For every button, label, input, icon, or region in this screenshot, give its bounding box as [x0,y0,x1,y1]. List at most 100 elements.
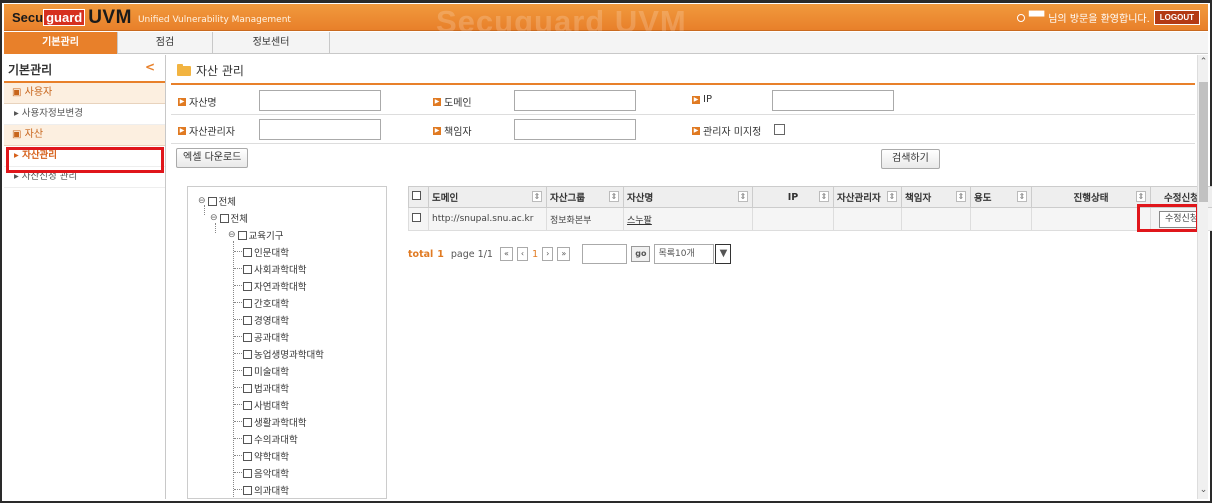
scroll-up-icon[interactable]: ⌃ [1198,57,1209,69]
logo[interactable]: Secu guard UVM Unified Vulnerability Man… [12,7,291,28]
tree-node-label: 경영대학 [254,316,289,327]
tree-node-college[interactable]: 공과대학 [243,330,289,344]
tree-node-college[interactable]: 수의과대학 [243,432,298,446]
tree-checkbox[interactable] [219,213,229,223]
tree-checkbox[interactable] [243,332,252,342]
tree-checkbox[interactable] [237,230,247,240]
table-row[interactable]: http://snupal.snu.ac.kr 정보화본부 스누팔 수정신청 [408,207,1212,231]
tree-node-college[interactable]: 농업생명과학대학 [243,347,324,361]
vertical-scrollbar[interactable]: ⌃ ⌄ [1197,55,1208,499]
tree-node-college[interactable]: 자연과학대학 [243,279,306,293]
col-ip[interactable]: IP ⇕ [752,186,834,208]
tree-line [234,268,242,269]
no-manager-checkbox[interactable] [774,124,785,135]
sidebar-item-user-info[interactable]: ▸ 사용자정보변경 [4,104,165,125]
next-page-icon[interactable]: › [542,247,554,261]
asset-name-link[interactable]: 스누팔 [627,216,652,226]
col-name[interactable]: 자산명 ⇕ [623,186,753,208]
tree-node-college[interactable]: 사범대학 [243,398,289,412]
tree-node-college[interactable]: 법과대학 [243,381,289,395]
sort-icon[interactable]: ⇕ [532,191,542,202]
tree-checkbox[interactable] [243,434,252,444]
tree-node-education[interactable]: ⊖ 교육기구 [228,228,284,242]
per-page-select[interactable]: 목록10개 [654,244,715,264]
tree-checkbox[interactable] [243,366,252,376]
sort-icon[interactable]: ⇕ [1136,191,1146,202]
go-button[interactable]: go [631,246,651,262]
tree-checkbox[interactable] [243,417,252,427]
cell-name: 스누팔 [623,207,753,231]
tree-node-college[interactable]: 생활과학대학 [243,415,306,429]
tree-node-college[interactable]: 인문대학 [243,245,289,259]
excel-download-button[interactable]: 엑셀 다운로드 [176,148,249,168]
col-purpose[interactable]: 용도 ⇕ [970,186,1032,208]
tree-line [234,302,242,303]
tree-checkbox[interactable] [243,349,252,359]
select-all-checkbox[interactable] [412,191,421,200]
tree-node-all[interactable]: ⊖ 전체 [210,211,248,225]
asset-name-input[interactable] [259,90,381,111]
scroll-thumb[interactable] [1199,82,1208,202]
tree-node-college[interactable]: 음악대학 [243,466,289,480]
col-domain[interactable]: 도메인 ⇕ [428,186,547,208]
col-responsible[interactable]: 책임자 ⇕ [901,186,971,208]
label-domain: ▶ 도메인 [433,94,472,109]
col-manager[interactable]: 자산관리자 ⇕ [833,186,902,208]
sidebar-group-asset[interactable]: ▣ 자산 [4,125,165,146]
tree-checkbox[interactable] [243,400,252,410]
ip-input[interactable] [772,90,894,111]
current-page[interactable]: 1 [532,249,538,260]
arrow-icon: ▸ [14,108,22,119]
prev-page-icon[interactable]: ‹ [516,247,529,261]
tree-node-label: 전체 [218,197,237,208]
tree-checkbox[interactable] [243,281,252,291]
logout-button[interactable]: LOGOUT [1153,10,1200,25]
tree-collapse-icon[interactable]: ⊖ [198,196,206,206]
sort-icon[interactable]: ⇕ [956,191,966,202]
responsible-input[interactable] [514,119,636,140]
label-text: IP [703,94,712,105]
nav-tab-info-center[interactable]: 정보센터 [213,32,330,54]
tree-checkbox[interactable] [243,383,252,393]
col-group[interactable]: 자산그룹 ⇕ [546,186,624,208]
collapse-icon[interactable]: < [145,60,155,74]
tree-checkbox[interactable] [243,451,252,461]
tree-checkbox[interactable] [243,468,252,478]
last-page-icon[interactable]: » [557,247,571,261]
tree-collapse-icon[interactable]: ⊖ [228,230,236,240]
tree-collapse-icon[interactable]: ⊖ [210,213,218,223]
tree-line [234,472,242,473]
sort-icon[interactable]: ⇕ [819,191,829,202]
tree-node-college[interactable]: 간호대학 [243,296,289,310]
tree-node-college[interactable]: 사회과학대학 [243,262,306,276]
tree-node-college[interactable]: 의과대학 [243,483,289,497]
sort-icon[interactable]: ⇕ [738,191,748,202]
sidebar-group-user[interactable]: ▣ 사용자 [4,83,165,104]
tree-checkbox[interactable] [243,485,252,495]
nav-tab-inspection[interactable]: 점검 [118,32,213,54]
page-number-input[interactable] [582,244,628,264]
scroll-down-icon[interactable]: ⌄ [1198,485,1209,497]
tree-checkbox[interactable] [243,264,252,274]
cell-purpose [970,207,1032,231]
tree-checkbox[interactable] [207,196,217,206]
tree-node-college[interactable]: 미술대학 [243,364,289,378]
tree-checkbox[interactable] [243,298,252,308]
sort-icon[interactable]: ⇕ [609,191,619,202]
tree-checkbox[interactable] [243,247,252,257]
nav-tab-basic[interactable]: 기본관리 [4,32,118,54]
search-button[interactable]: 검색하기 [881,149,940,169]
sort-icon[interactable]: ⇕ [1017,191,1027,202]
domain-input[interactable] [514,90,636,111]
tree-node-college[interactable]: 약학대학 [243,449,289,463]
tree-node-root[interactable]: ⊖ 전체 [198,194,236,208]
col-status[interactable]: 진행상태 ⇕ [1031,186,1151,208]
first-page-icon[interactable]: « [499,247,513,261]
tree-node-college[interactable]: 경영대학 [243,313,289,327]
cell-status [1031,207,1151,231]
tree-checkbox[interactable] [243,315,252,325]
sort-icon[interactable]: ⇕ [887,191,897,202]
row-checkbox[interactable] [412,213,421,222]
dropdown-arrow-icon[interactable]: ▼ [715,244,732,264]
asset-manager-input[interactable] [259,119,381,140]
